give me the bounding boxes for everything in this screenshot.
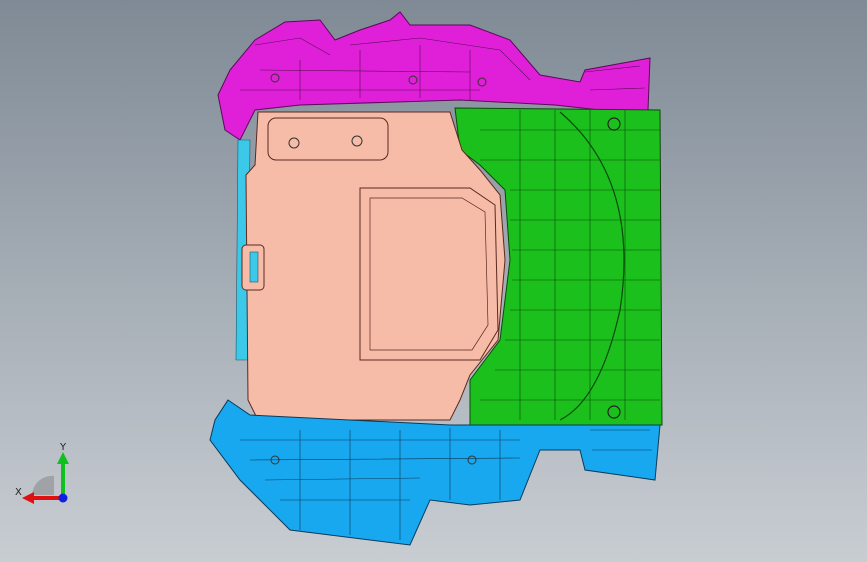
floor-panel-part[interactable] xyxy=(241,111,506,421)
z-axis-dot xyxy=(58,493,68,503)
y-axis-label: Y xyxy=(59,442,67,453)
assembly-model[interactable] xyxy=(0,0,867,562)
cad-viewport[interactable]: Y X xyxy=(0,0,867,562)
axis-triad-icon: Y X xyxy=(15,442,69,504)
x-axis-label: X xyxy=(15,487,22,498)
